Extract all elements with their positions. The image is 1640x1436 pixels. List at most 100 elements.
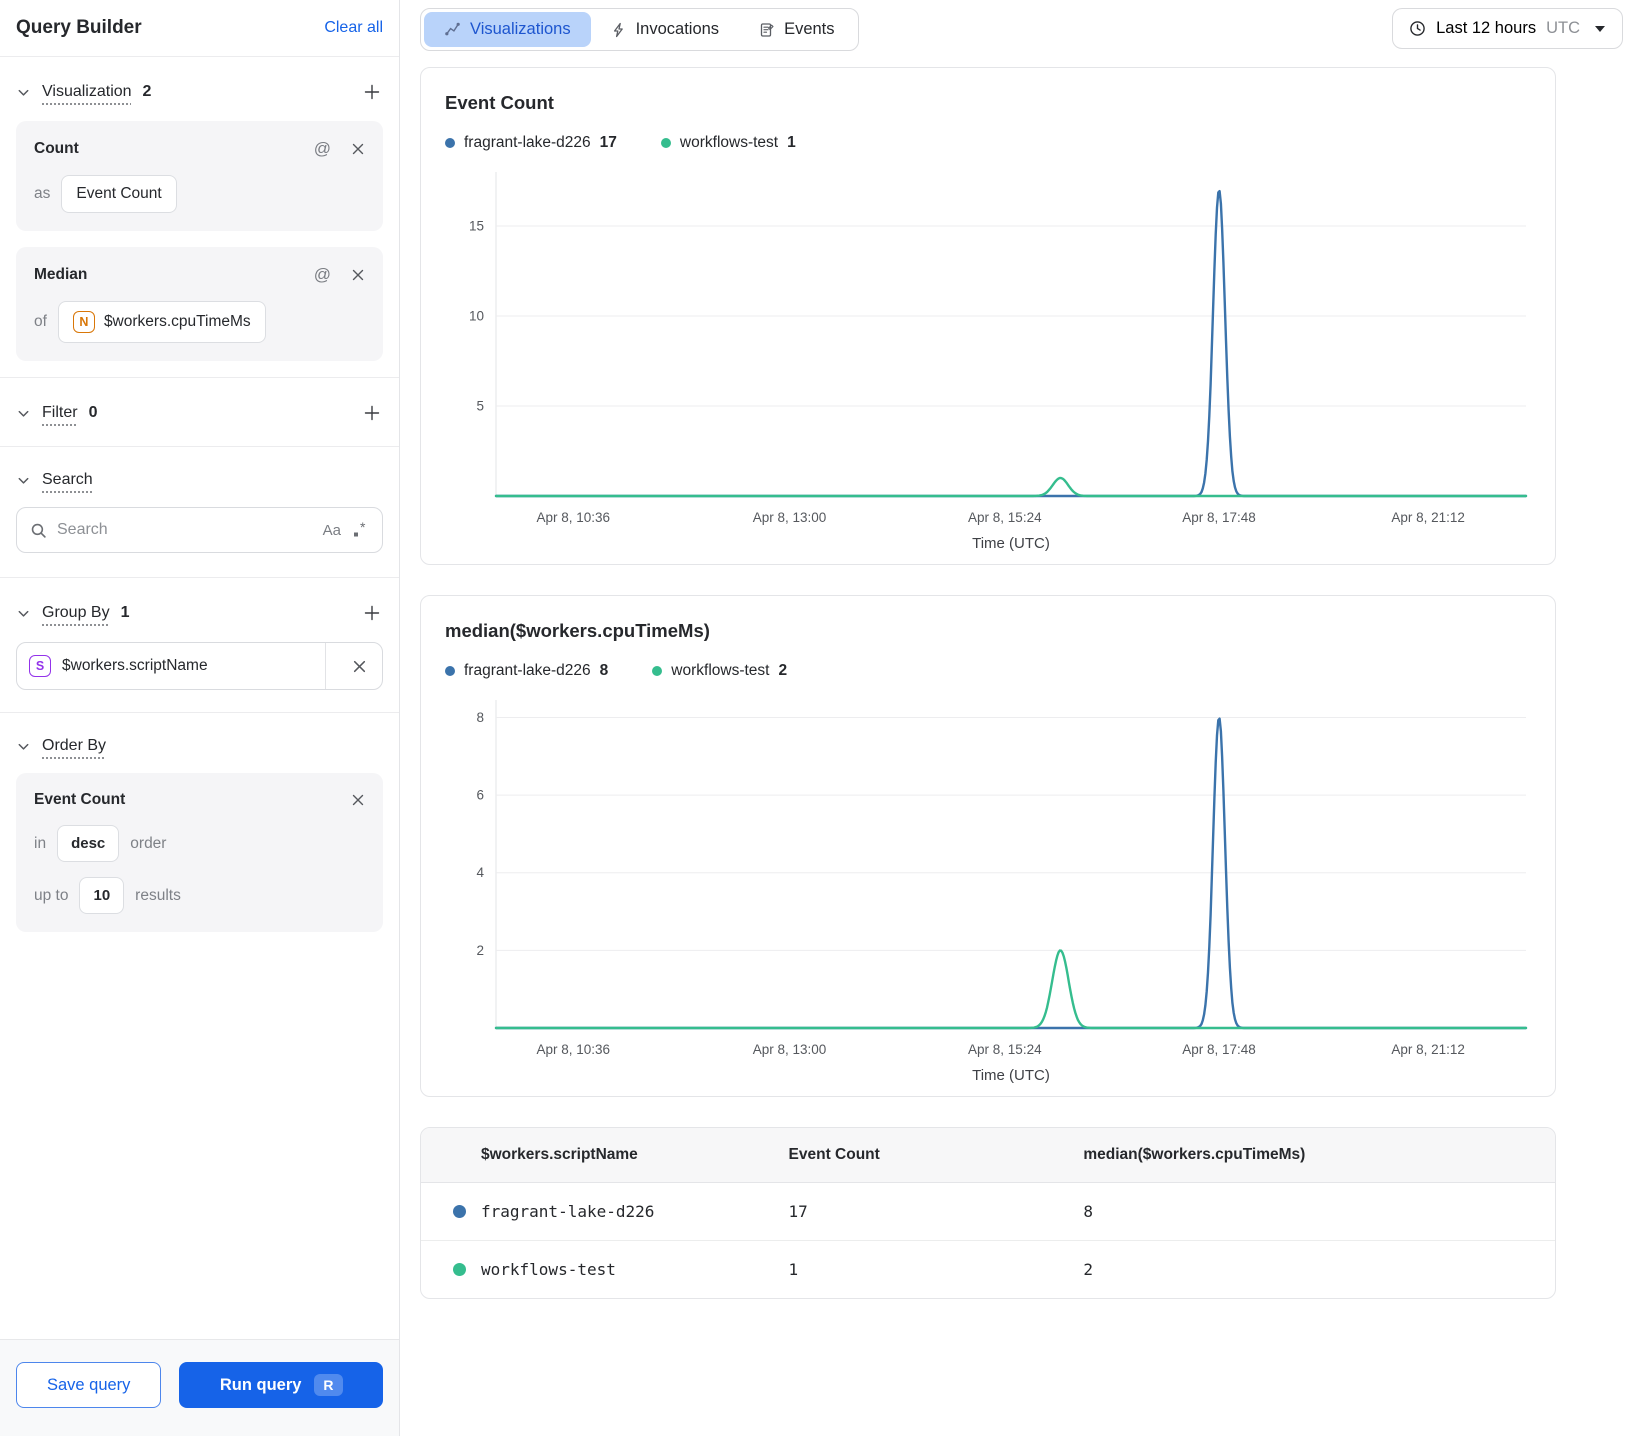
add-filter-button[interactable]: [361, 402, 383, 424]
order-by-card: Event Count in desc order up to 10 resul…: [16, 773, 383, 932]
svg-text:2: 2: [476, 943, 484, 958]
svg-text:15: 15: [469, 219, 484, 234]
remove-order-by-button[interactable]: [351, 793, 365, 807]
remove-visualization-button[interactable]: [351, 142, 365, 156]
add-visualization-button[interactable]: [361, 81, 383, 103]
page-title: Query Builder: [16, 17, 142, 38]
save-query-button[interactable]: Save query: [16, 1362, 162, 1408]
match-case-icon[interactable]: Aa: [323, 522, 341, 539]
remove-group-by-button[interactable]: [337, 643, 382, 689]
clear-all-button[interactable]: Clear all: [324, 19, 383, 37]
table-row: workflows-test 1 2: [421, 1240, 1555, 1298]
app-root: Query Builder Clear all Visualization 2 …: [0, 0, 1640, 1436]
series-total: 17: [599, 134, 617, 151]
tab-events-label: Events: [784, 20, 835, 38]
median-field-chip[interactable]: N $workers.cpuTimeMs: [57, 301, 266, 343]
tab-visualizations[interactable]: Visualizations: [424, 12, 591, 47]
section-filter-label: Filter: [42, 404, 78, 421]
up-to-label: up to: [34, 886, 69, 904]
legend-item[interactable]: workflows-test 1: [660, 134, 796, 152]
lightning-bolt-icon: [611, 22, 627, 38]
svg-text:Apr 8, 10:36: Apr 8, 10:36: [536, 1042, 610, 1057]
series-dot: [445, 138, 455, 148]
event-count-alias-chip[interactable]: Event Count: [61, 175, 177, 213]
in-label: in: [34, 834, 47, 852]
visualization-count: 2: [142, 83, 152, 100]
event-count-cell: 1: [772, 1240, 1068, 1298]
tab-events[interactable]: Events: [739, 12, 854, 47]
visualization-card-title: Median: [34, 266, 88, 283]
script-name: workflows-test: [481, 1260, 616, 1279]
at-sign-icon[interactable]: @: [314, 139, 331, 159]
script-name: fragrant-lake-d226: [481, 1202, 655, 1221]
section-group-by-header: Group By 1: [16, 578, 383, 640]
as-label: as: [34, 185, 51, 202]
svg-text:Apr 8, 17:48: Apr 8, 17:48: [1182, 1042, 1256, 1057]
median-cpu-chart-card: median($workers.cpuTimeMs) fragrant-lake…: [420, 595, 1556, 1097]
svg-text:6: 6: [476, 788, 484, 803]
section-visualization-header: Visualization 2: [16, 57, 383, 119]
table-header-row: $workers.scriptName Event Count median($…: [421, 1128, 1555, 1183]
divider: [325, 643, 326, 689]
series-name: workflows-test: [679, 134, 779, 151]
of-label: of: [34, 313, 47, 330]
legend-item[interactable]: workflows-test 2: [652, 662, 787, 680]
chart-title: Event Count: [445, 92, 554, 113]
series-dot: [453, 1263, 466, 1276]
at-sign-icon[interactable]: @: [314, 265, 331, 285]
section-visualization-label: Visualization: [42, 83, 132, 100]
svg-text:*: *: [360, 521, 366, 535]
results-table: $workers.scriptName Event Count median($…: [421, 1128, 1555, 1298]
chevron-down-icon[interactable]: [16, 85, 31, 100]
svg-text:Apr 8, 10:36: Apr 8, 10:36: [536, 510, 610, 525]
search-input[interactable]: [57, 521, 313, 539]
caret-down-icon: [1594, 25, 1606, 33]
filter-count: 0: [88, 404, 98, 421]
series-total: 8: [599, 662, 609, 679]
add-group-by-button[interactable]: [361, 602, 383, 624]
series-total: 2: [778, 662, 788, 679]
time-range-value: Last 12 hours: [1436, 19, 1537, 37]
svg-text:5: 5: [476, 399, 484, 414]
remove-visualization-button[interactable]: [351, 268, 365, 282]
visualization-card-count: Count @ as Event Count: [16, 121, 383, 231]
chevron-down-icon[interactable]: [16, 606, 31, 621]
series-dot: [445, 666, 455, 676]
chevron-down-icon[interactable]: [16, 473, 31, 488]
chevron-down-icon[interactable]: [16, 739, 31, 754]
clock-icon: [1409, 20, 1426, 37]
series-total: 1: [787, 134, 796, 151]
result-limit-input[interactable]: 10: [79, 877, 125, 914]
series-name: workflows-test: [671, 662, 770, 679]
svg-text:Apr 8, 17:48: Apr 8, 17:48: [1182, 510, 1256, 525]
time-range-select[interactable]: Last 12 hours UTC: [1392, 8, 1623, 49]
line-chart-icon: [444, 21, 461, 38]
tab-invocations-label: Invocations: [635, 20, 720, 38]
median-field-value: $workers.cpuTimeMs: [103, 313, 251, 330]
tab-invocations[interactable]: Invocations: [591, 12, 739, 47]
legend-item[interactable]: fragrant-lake-d226 17: [445, 134, 617, 152]
table-row: fragrant-lake-d226 17 8: [421, 1183, 1555, 1241]
group-by-field-row[interactable]: S $workers.scriptName: [16, 642, 383, 690]
section-group-by-label: Group By: [42, 604, 110, 621]
svg-text:8: 8: [476, 710, 484, 725]
order-direction-select[interactable]: desc: [57, 825, 120, 862]
regex-icon[interactable]: *: [351, 521, 369, 539]
visualization-card-median: Median @ of N $workers.cpuTimeMs: [16, 247, 383, 361]
legend-item[interactable]: fragrant-lake-d226 8: [445, 662, 608, 680]
run-query-button[interactable]: Run query R: [179, 1362, 383, 1408]
svg-text:Apr 8, 21:12: Apr 8, 21:12: [1391, 510, 1465, 525]
chevron-down-icon[interactable]: [16, 406, 31, 421]
timezone-label: UTC: [1546, 19, 1580, 37]
script-name-cell: workflows-test: [421, 1240, 773, 1298]
section-search-label: Search: [42, 471, 93, 488]
event-count-cell: 17: [788, 1202, 808, 1221]
number-type-icon: N: [72, 311, 95, 333]
series-dot: [652, 666, 663, 676]
series-dot: [453, 1205, 466, 1218]
svg-text:Time (UTC): Time (UTC): [972, 535, 1050, 552]
series-dot: [660, 138, 671, 148]
results-label: results: [135, 886, 181, 904]
events-log-icon: [759, 22, 775, 38]
group-by-count: 1: [120, 604, 130, 621]
